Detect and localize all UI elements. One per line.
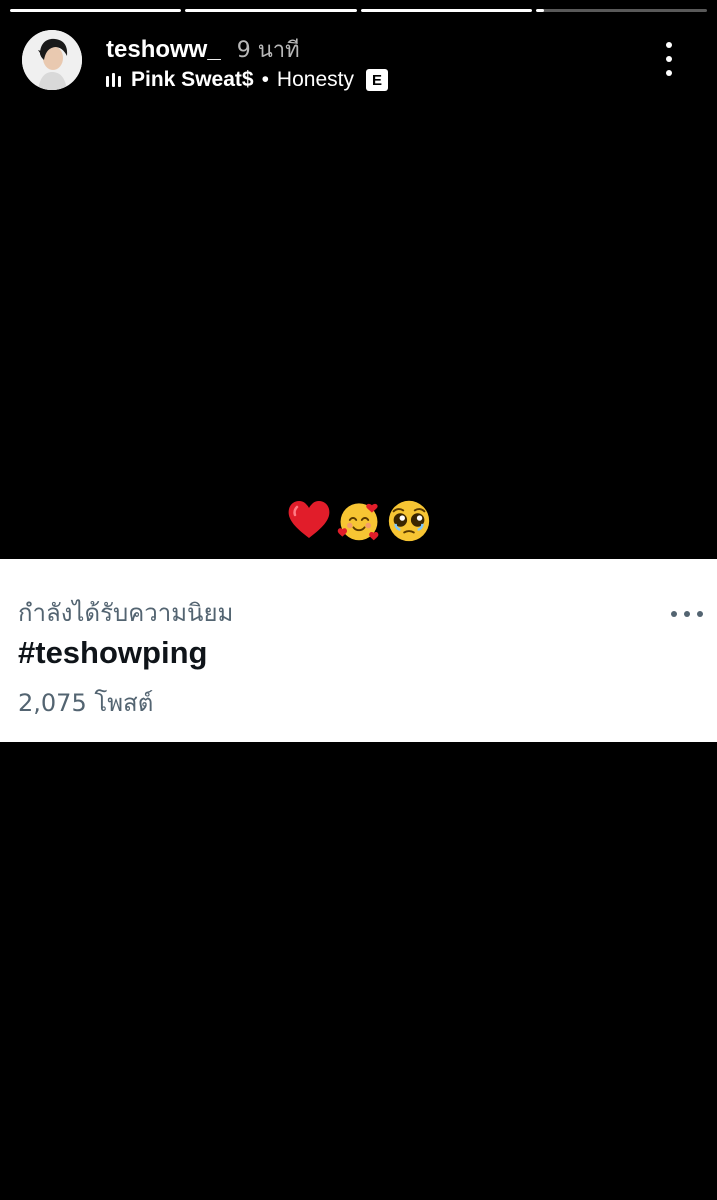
music-artist: Pink Sweat$ [131, 68, 254, 91]
red-heart-icon [288, 501, 329, 538]
progress-fill [10, 9, 182, 12]
username-row: teshoww_ 9 นาที [106, 32, 300, 67]
story-header: teshoww_ 9 นาที Pink Sweat$ • Honesty E [22, 28, 695, 92]
explicit-badge: E [365, 69, 388, 91]
smiling-face-with-hearts-icon [337, 503, 378, 541]
avatar[interactable] [22, 30, 82, 90]
progress-fill [360, 9, 532, 12]
progress-fill [535, 9, 545, 12]
pleading-face-icon [388, 500, 429, 542]
post-time: 9 นาที [236, 38, 300, 63]
vertical-ellipsis-icon[interactable] [657, 42, 681, 76]
music-attribution[interactable]: Pink Sweat$ • Honesty E [106, 68, 388, 92]
progress-segment [10, 9, 182, 12]
trend-post-count: 2,075 โพสต์ [18, 689, 154, 717]
progress-fill [185, 9, 357, 12]
horizontal-ellipsis-icon[interactable] [671, 611, 703, 619]
music-separator: • [261, 68, 269, 91]
trending-card[interactable]: กำลังได้รับความนิยม #teshowping 2,075 โพ… [0, 559, 717, 742]
equalizer-bars-icon [106, 73, 121, 87]
trend-hashtag: #teshowping [18, 635, 208, 670]
progress-segment [360, 9, 532, 12]
username[interactable]: teshoww_ [106, 36, 221, 64]
emoji-sticker-row [0, 494, 717, 546]
progress-segment [535, 9, 707, 12]
trend-context: กำลังได้รับความนิยม [18, 599, 234, 627]
story-progress-bar [10, 9, 707, 13]
music-song: Honesty [276, 68, 354, 91]
progress-segment [185, 9, 357, 12]
